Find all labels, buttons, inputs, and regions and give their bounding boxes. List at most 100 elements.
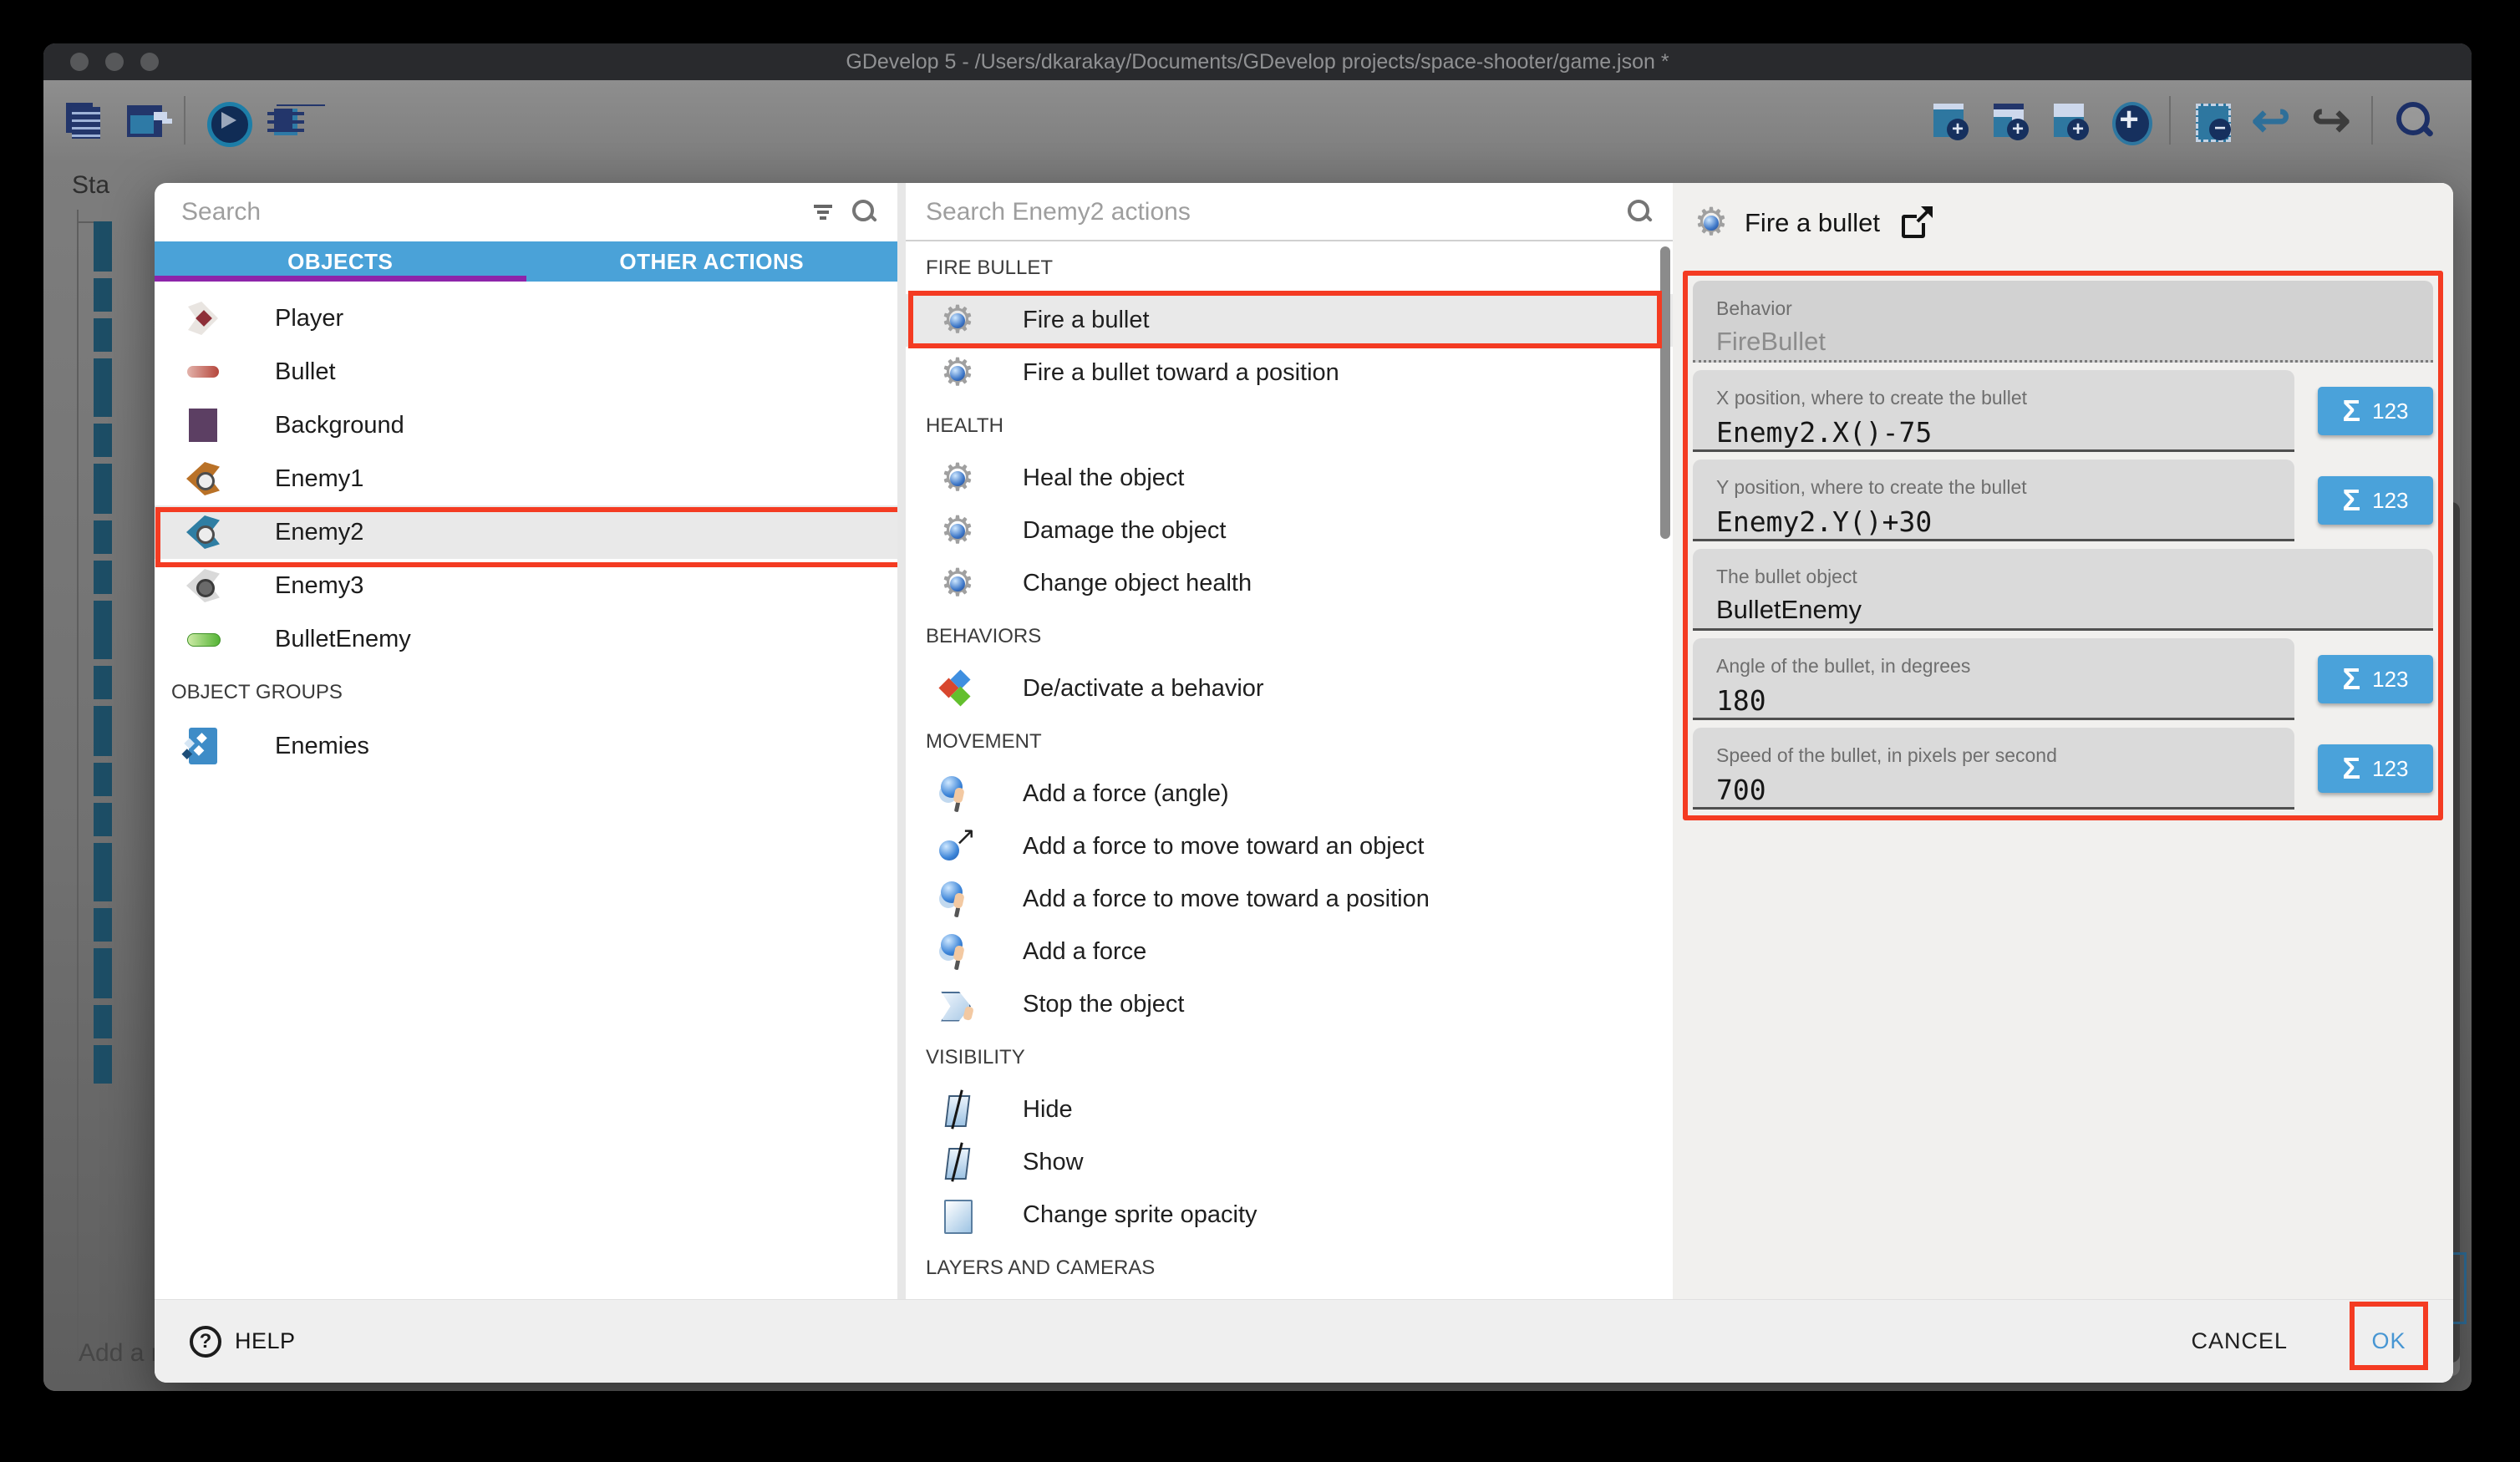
- action-label: Add a force to move toward a position: [1023, 886, 1430, 913]
- expression-editor-button[interactable]: Σ 123: [2318, 744, 2433, 793]
- search-icon[interactable]: [2393, 100, 2433, 140]
- action-row-add-a-force-angle-[interactable]: Add a force (angle): [906, 768, 1673, 820]
- field-speed-of-the-bullet[interactable]: Speed of the bullet, in pixels per secon…: [1693, 728, 2294, 810]
- object-row-enemy3[interactable]: Enemy3: [155, 559, 897, 612]
- action-row-add-a-force-to-move-toward-an-object[interactable]: Add a force to move toward an object: [906, 820, 1673, 873]
- section-header-movement: MOVEMENT: [906, 715, 1673, 768]
- group-row-enemies[interactable]: Enemies: [155, 719, 897, 773]
- actions-search-input[interactable]: [906, 183, 1673, 241]
- object-label: Enemies: [275, 733, 369, 760]
- numbers-icon: 123: [2372, 488, 2408, 514]
- events-condition-cell: [94, 706, 112, 756]
- object-row-enemy2[interactable]: Enemy2: [155, 505, 897, 559]
- action-row-de-activate-a-behavior[interactable]: De/activate a behavior: [906, 662, 1673, 715]
- sigma-icon: Σ: [2343, 751, 2361, 786]
- group-sprite: [185, 728, 221, 764]
- player-sprite: [185, 300, 221, 337]
- object-label: Enemy1: [275, 465, 363, 493]
- events-condition-cell: [94, 601, 112, 659]
- extract-events-icon[interactable]: [2191, 100, 2231, 140]
- action-row-add-a-force-to-move-toward-a-position[interactable]: Add a force to move toward a position: [906, 873, 1673, 926]
- actions-scrollbar-thumb[interactable]: [1660, 246, 1670, 539]
- search-icon[interactable]: [852, 200, 877, 225]
- group-icon: [185, 728, 221, 764]
- actions-search-row: [906, 183, 1673, 241]
- field-label: Speed of the bullet, in pixels per secon…: [1716, 744, 2294, 767]
- parameters-box-highlighted: BehaviorFireBulletX position, where to c…: [1683, 271, 2443, 820]
- expression-editor-button[interactable]: Σ123: [2318, 387, 2433, 435]
- actions-panel: FIRE BULLET Fire a bullet Fire a bullet to…: [906, 183, 1673, 1299]
- objects-search-input[interactable]: [155, 183, 897, 241]
- action-label: Fire a bullet: [1023, 307, 1150, 334]
- action-row-add-a-force[interactable]: Add a force: [906, 926, 1673, 978]
- events-condition-cell: [94, 843, 112, 901]
- events-condition-cell: [94, 908, 112, 942]
- events-list-icon[interactable]: [64, 100, 104, 140]
- undo-icon[interactable]: ↩: [2251, 100, 2291, 140]
- action-row-fire-a-bullet[interactable]: Fire a bullet: [906, 294, 1673, 347]
- field-value: 180: [1716, 684, 2294, 717]
- help-label: HELP: [235, 1328, 296, 1354]
- play-icon[interactable]: [206, 100, 246, 140]
- redo-icon[interactable]: ↪: [2311, 100, 2351, 140]
- debug-icon[interactable]: [266, 100, 306, 140]
- action-row-hide[interactable]: Hide: [906, 1084, 1673, 1136]
- object-row-bullet[interactable]: Bullet: [155, 345, 897, 398]
- action-label: Heal the object: [1023, 464, 1184, 492]
- expression-editor-button[interactable]: Σ123: [2318, 655, 2433, 703]
- objects-panel: OBJECTS OTHER ACTIONS PlayerBulletBackgr…: [155, 183, 897, 1299]
- action-label: Fire a bullet toward a position: [1023, 359, 1339, 387]
- field-the-bullet-object[interactable]: The bullet objectBulletEnemy: [1693, 549, 2433, 631]
- action-row-damage-the-object[interactable]: Damage the object: [906, 505, 1673, 557]
- expression-editor-button[interactable]: Σ123: [2318, 476, 2433, 525]
- section-header-fire-bullet: FIRE BULLET: [906, 241, 1673, 294]
- filter-icon[interactable]: [814, 205, 832, 220]
- events-tree-tick: [77, 221, 94, 223]
- object-row-player[interactable]: Player: [155, 292, 897, 345]
- action-row-fire-a-bullet-toward-a-position[interactable]: Fire a bullet toward a position: [906, 347, 1673, 399]
- background-sprite: [185, 407, 221, 444]
- action-label: Add a force: [1023, 938, 1146, 966]
- help-button[interactable]: HELP: [190, 1326, 296, 1358]
- action-row-change-sprite-opacity[interactable]: Change sprite opacity: [906, 1189, 1673, 1241]
- gear-glyph: [939, 460, 976, 497]
- add-subevent-icon[interactable]: [1989, 100, 2029, 140]
- scene-editor-icon[interactable]: [124, 100, 164, 140]
- action-row-show[interactable]: Show: [906, 1136, 1673, 1189]
- stop-glyph: [939, 987, 976, 1023]
- action-row-change-object-health[interactable]: Change object health: [906, 557, 1673, 610]
- field-y-position[interactable]: Y position, where to create the bulletEn…: [1693, 459, 2294, 541]
- field-value: BulletEnemy: [1716, 595, 2433, 625]
- bullet-sprite: [185, 353, 221, 390]
- field-x-position[interactable]: X position, where to create the bulletEn…: [1693, 370, 2294, 452]
- dialog-footer: HELP CANCEL OK: [155, 1299, 2453, 1383]
- numbers-icon: 123: [2372, 756, 2408, 782]
- object-row-background[interactable]: Background: [155, 398, 897, 452]
- events-condition-cell: [94, 561, 112, 594]
- add-event-icon[interactable]: [1928, 100, 1969, 140]
- object-row-bulletenemy[interactable]: BulletEnemy: [155, 612, 897, 666]
- add-comment-icon[interactable]: [2049, 100, 2089, 140]
- action-label: Change sprite opacity: [1023, 1201, 1257, 1229]
- ok-button[interactable]: OK: [2371, 1328, 2406, 1354]
- action-row-stop-the-object[interactable]: Stop the object: [906, 978, 1673, 1031]
- gear-glyph: [939, 513, 976, 550]
- cancel-button[interactable]: CANCEL: [2191, 1328, 2288, 1354]
- action-title: Fire a bullet: [1745, 208, 1880, 238]
- main-toolbar: ↩ ↪: [43, 80, 2472, 160]
- column-divider: [897, 183, 906, 1299]
- force-icon: [939, 776, 976, 813]
- events-condition-cell: [94, 221, 112, 272]
- open-in-new-icon[interactable]: [1902, 208, 1932, 238]
- show-icon: [939, 1145, 976, 1181]
- events-condition-cell: [94, 1045, 112, 1084]
- objects-list: PlayerBulletBackground Enemy1 Enemy2Enemy3…: [155, 282, 897, 773]
- field-label: Angle of the bullet, in degrees: [1716, 655, 2294, 678]
- field-angle-of-the-bullet[interactable]: Angle of the bullet, in degrees 180: [1693, 638, 2294, 720]
- action-row-heal-the-object[interactable]: Heal the object: [906, 452, 1673, 505]
- add-circle-icon[interactable]: [2109, 100, 2149, 140]
- action-label: Show: [1023, 1149, 1084, 1176]
- tab-other-actions[interactable]: OTHER ACTIONS: [526, 241, 898, 282]
- object-row-enemy1[interactable]: Enemy1: [155, 452, 897, 505]
- search-icon[interactable]: [1628, 200, 1653, 225]
